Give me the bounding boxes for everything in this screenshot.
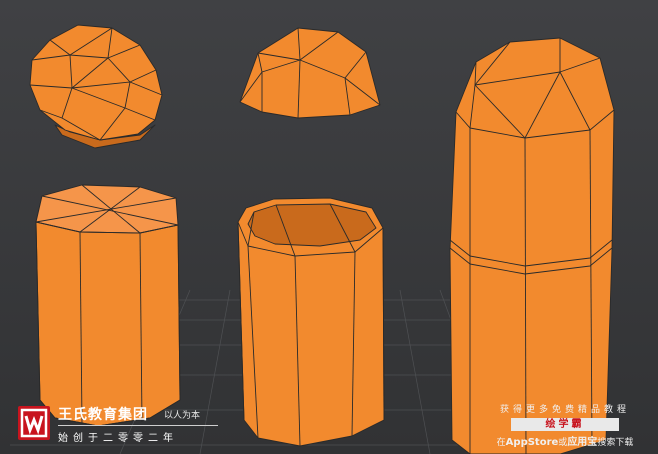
wangshi-logo-icon <box>18 406 50 440</box>
brand-name: 王氏教育集团 <box>58 407 148 423</box>
app-promo: 获得更多免费精品教程 绘学霸 在AppStore或应用宝搜索下载 <box>490 402 640 448</box>
brand-divider <box>58 425 218 426</box>
promo-headline: 获得更多免费精品教程 <box>499 405 630 415</box>
open-tube-object[interactable] <box>237 197 385 447</box>
promo-download-text: 在AppStore或应用宝搜索下载 <box>490 433 640 448</box>
viewport-canvas <box>0 0 658 454</box>
closed-cylinder-object[interactable] <box>35 184 181 427</box>
promo-suffix: 搜索下载 <box>597 438 634 448</box>
brand-founded-text: 始创于二零零二年 <box>58 433 178 444</box>
brand-tagline: 以人为本 <box>164 411 201 421</box>
promo-app-store-name: 应用宝 <box>567 437 598 448</box>
promo-store-name: AppStore <box>505 437 559 448</box>
promo-prefix: 在 <box>496 438 506 448</box>
app-name-badge: 绘学霸 <box>511 418 619 431</box>
capsule-object[interactable] <box>449 37 615 454</box>
3d-viewport[interactable] <box>0 0 658 454</box>
promo-or: 或 <box>558 438 568 448</box>
